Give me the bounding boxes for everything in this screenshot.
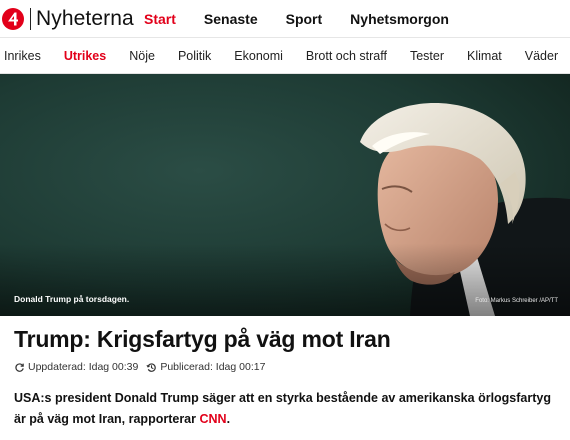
hero-image[interactable]: Donald Trump på torsdagen. Foto: Markus …: [0, 74, 570, 316]
article-meta: Uppdaterad: Idag 00:39 Publicerad: Idag …: [14, 361, 273, 373]
photo-credit: Foto: Markus Schreiber /AP/TT: [475, 298, 558, 304]
article-lead: USA:s president Donald Trump säger att e…: [14, 388, 564, 430]
nav-senaste[interactable]: Senaste: [204, 11, 258, 27]
category-nav: Inrikes Utrikes Nöje Politik Ekonomi Bro…: [4, 38, 570, 74]
category-ekonomi[interactable]: Ekonomi: [234, 49, 283, 63]
refresh-icon: [15, 362, 24, 372]
lead-text: USA:s president Donald Trump säger att e…: [14, 391, 551, 426]
main-nav: Start Senaste Sport Nyhetsmorgon: [144, 0, 477, 38]
hero-photo: [0, 74, 570, 316]
category-klimat[interactable]: Klimat: [467, 49, 502, 63]
published-text: Publicerad: Idag 00:17: [160, 361, 266, 373]
category-noje[interactable]: Nöje: [129, 49, 155, 63]
category-vader[interactable]: Väder: [525, 49, 558, 63]
photo-caption: Donald Trump på torsdagen.: [14, 294, 130, 304]
category-brott-och-straff[interactable]: Brott och straff: [306, 49, 387, 63]
cnn-link[interactable]: CNN: [199, 412, 226, 426]
nav-sport[interactable]: Sport: [286, 11, 323, 27]
tv4-logo[interactable]: Nyheterna: [2, 6, 134, 32]
nav-start[interactable]: Start: [144, 11, 176, 27]
category-politik[interactable]: Politik: [178, 49, 211, 63]
logo-divider: [30, 8, 31, 30]
category-inrikes[interactable]: Inrikes: [4, 49, 41, 63]
top-bar: Nyheterna Start Senaste Sport Nyhetsmorg…: [0, 0, 570, 38]
updated-timestamp: Uppdaterad: Idag 00:39: [14, 361, 138, 373]
article-headline: Trump: Krigsfartyg på väg mot Iran: [14, 326, 391, 352]
lead-end: .: [226, 412, 231, 426]
nav-nyhetsmorgon[interactable]: Nyhetsmorgon: [350, 11, 449, 27]
tv4-badge-icon: [2, 8, 24, 30]
history-icon: [146, 362, 157, 372]
logo-text: Nyheterna: [36, 7, 134, 30]
category-bar: Inrikes Utrikes Nöje Politik Ekonomi Bro…: [0, 38, 570, 74]
category-tester[interactable]: Tester: [410, 49, 444, 63]
category-utrikes[interactable]: Utrikes: [64, 49, 106, 63]
published-timestamp: Publicerad: Idag 00:17: [146, 361, 265, 373]
updated-text: Uppdaterad: Idag 00:39: [28, 361, 139, 373]
